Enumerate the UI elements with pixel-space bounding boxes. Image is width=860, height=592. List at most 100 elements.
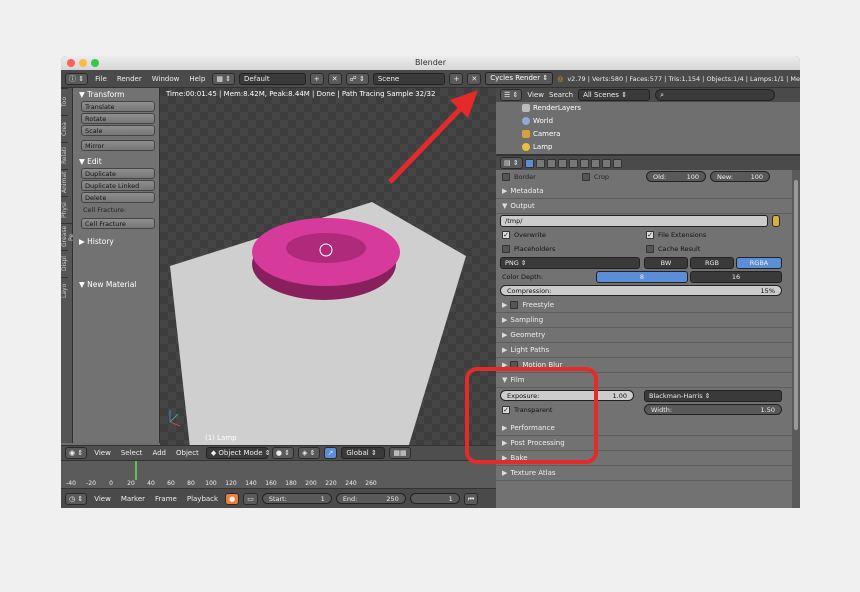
menu-view[interactable]: View: [91, 449, 114, 457]
outliner-item-world[interactable]: World: [496, 115, 800, 128]
start-frame-field[interactable]: Start: 1: [261, 493, 332, 504]
depth-8-button[interactable]: 8: [596, 271, 688, 283]
old-field[interactable]: Old: 100: [646, 171, 706, 182]
light-paths-panel-header[interactable]: ▶ Light Paths: [496, 343, 792, 358]
bw-button[interactable]: BW: [644, 257, 688, 269]
scene-field[interactable]: Scene: [372, 72, 446, 85]
jump-start-icon[interactable]: ⏮: [463, 492, 479, 505]
current-frame-marker[interactable]: [135, 461, 137, 480]
timeline-menu-view[interactable]: View: [91, 495, 114, 503]
overwrite-checkbox[interactable]: ✓: [502, 231, 510, 239]
current-frame-field[interactable]: 1: [409, 493, 460, 504]
outliner-menu-search[interactable]: Search: [549, 91, 573, 99]
info-editor-icon[interactable]: ⓘ ⇕: [65, 72, 89, 85]
texture-tab-icon[interactable]: [612, 158, 622, 168]
geometry-panel-header[interactable]: ▶ Geometry: [496, 328, 792, 343]
view3d-editor-icon[interactable]: ◉ ⇕: [65, 447, 88, 459]
rotate-button[interactable]: Rotate: [81, 113, 155, 124]
delete-button[interactable]: Delete: [81, 192, 155, 203]
pivot-icon[interactable]: ◈ ⇕: [298, 447, 320, 459]
duplicate-button[interactable]: Duplicate: [81, 168, 155, 179]
cache-result-checkbox[interactable]: [646, 245, 654, 253]
constraints-tab-icon[interactable]: [579, 158, 589, 168]
timeline-menu-marker[interactable]: Marker: [118, 495, 148, 503]
tab-relations[interactable]: Relati: [61, 142, 68, 169]
material-tab-icon[interactable]: [601, 158, 611, 168]
layout-field[interactable]: Default: [239, 72, 306, 85]
freestyle-checkbox[interactable]: [510, 301, 519, 309]
tab-layout[interactable]: Layo: [61, 277, 68, 304]
transform-panel-header[interactable]: ▼ Transform: [73, 88, 159, 101]
render-layers-tab-icon[interactable]: [535, 158, 545, 168]
remove-scene-icon[interactable]: ✕: [467, 72, 482, 85]
output-panel-header[interactable]: ▼ Output: [496, 199, 792, 214]
manipulator-icon[interactable]: ↗: [323, 447, 338, 459]
compression-slider[interactable]: Compression: 15%: [500, 285, 782, 296]
filter-type-select[interactable]: Blackman-Harris ⇕: [644, 390, 782, 402]
add-scene-icon[interactable]: +: [449, 72, 464, 85]
new-material-panel-header[interactable]: ▼ New Material: [73, 278, 159, 291]
outliner-item-camera[interactable]: Camera: [496, 128, 800, 141]
add-layout-icon[interactable]: +: [309, 72, 324, 85]
timeline-menu-frame[interactable]: Frame: [152, 495, 180, 503]
tab-tools[interactable]: Too: [61, 88, 68, 115]
zoom-dot[interactable]: [91, 59, 99, 67]
tab-create[interactable]: Crea: [61, 115, 68, 142]
scale-button[interactable]: Scale: [81, 125, 155, 136]
outliner-editor-icon[interactable]: ☰ ⇕: [500, 89, 523, 101]
scrollbar-thumb[interactable]: [794, 180, 798, 430]
rgba-button[interactable]: RGBA: [736, 257, 782, 269]
end-frame-field[interactable]: End: 250: [335, 493, 406, 504]
object-tab-icon[interactable]: [568, 158, 578, 168]
orientation-select[interactable]: Global ⇕: [341, 447, 386, 459]
sampling-panel-header[interactable]: ▶ Sampling: [496, 313, 792, 328]
timeline-menu-playback[interactable]: Playback: [184, 495, 221, 503]
metadata-panel-header[interactable]: ▶ Metadata: [496, 184, 792, 199]
texture-atlas-panel-header[interactable]: ▶ Texture Atlas: [496, 466, 792, 481]
new-field[interactable]: New: 100: [710, 171, 770, 182]
keying-icon[interactable]: ▭: [243, 492, 258, 505]
tab-animation[interactable]: Animat: [61, 169, 68, 196]
outliner-filter-select[interactable]: All Scenes ⇕: [578, 89, 651, 101]
outliner-menu-view[interactable]: View: [527, 91, 544, 99]
menu-add[interactable]: Add: [149, 449, 169, 457]
scene-icon[interactable]: ☍ ⇕: [345, 72, 369, 85]
remove-layout-icon[interactable]: ✕: [327, 72, 342, 85]
rgb-button[interactable]: RGB: [690, 257, 734, 269]
translate-button[interactable]: Translate: [81, 101, 155, 112]
menu-select[interactable]: Select: [118, 449, 146, 457]
menu-render[interactable]: Render: [114, 75, 145, 83]
border-checkbox[interactable]: [502, 173, 510, 181]
duplicate-linked-button[interactable]: Duplicate Linked: [81, 180, 155, 191]
outliner-item-renderlayers[interactable]: RenderLayers: [496, 102, 800, 115]
layout-icon[interactable]: ▦ ⇕: [212, 72, 236, 85]
shading-icon[interactable]: ● ⇕: [271, 447, 295, 459]
data-tab-icon[interactable]: [590, 158, 600, 168]
scene-tab-icon[interactable]: [546, 158, 556, 168]
mode-select[interactable]: ◆ Object Mode ⇕: [205, 447, 271, 459]
cell-fracture-button[interactable]: Cell Fracture: [81, 218, 155, 229]
placeholders-checkbox[interactable]: [502, 245, 510, 253]
freestyle-panel-header[interactable]: ▶ Freestyle: [496, 298, 792, 313]
layers-icon[interactable]: ▦▦: [389, 447, 411, 459]
menu-help[interactable]: Help: [186, 75, 208, 83]
menu-file[interactable]: File: [92, 75, 110, 83]
timeline[interactable]: -40 -20 0 20 40 60 80 100 120 140 160 180 200 220 240 2…: [61, 460, 496, 488]
properties-scrollbar[interactable]: [792, 170, 800, 508]
tab-physics[interactable]: Physi: [61, 196, 68, 223]
folder-icon[interactable]: [772, 215, 780, 227]
outliner-item-lamp[interactable]: Lamp: [496, 141, 800, 154]
properties-editor-icon[interactable]: ▤ ⇕: [500, 157, 523, 169]
menu-window[interactable]: Window: [149, 75, 183, 83]
edit-panel-header[interactable]: ▼ Edit: [73, 155, 159, 168]
depth-16-button[interactable]: 16: [690, 271, 782, 283]
timeline-editor-icon[interactable]: ◷ ⇕: [65, 492, 88, 505]
output-path-input[interactable]: /tmp/: [500, 215, 768, 227]
tab-display[interactable]: Displ: [61, 250, 68, 277]
render-engine-select[interactable]: Cycles Render ⇕: [485, 72, 554, 85]
crop-checkbox[interactable]: [581, 173, 590, 181]
record-icon[interactable]: ●: [225, 492, 240, 505]
3d-viewport[interactable]: Time:00:01.45 | Mem:8.42M, Peak:8.44M | …: [160, 88, 496, 445]
menu-object[interactable]: Object: [173, 449, 202, 457]
file-format-select[interactable]: PNG ⇕: [500, 257, 640, 269]
